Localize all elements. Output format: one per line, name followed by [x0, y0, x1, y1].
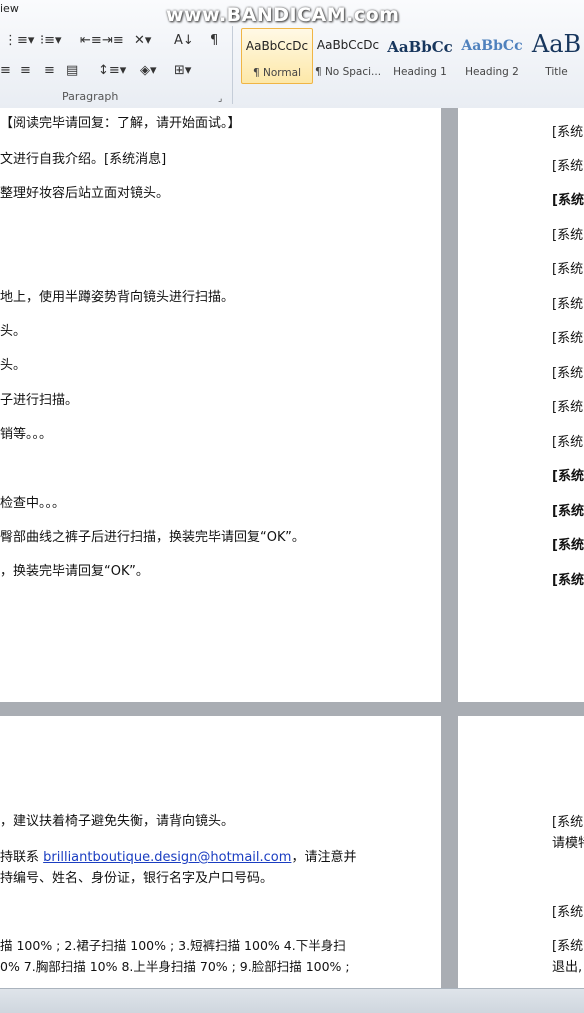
doc-line: [系统	[552, 905, 584, 920]
style-heading-1[interactable]: AaBbCc Heading 1	[385, 28, 455, 82]
style-preview: AaBbCcDc	[316, 38, 380, 52]
doc-line: [系统	[552, 159, 584, 174]
doc-line: [系统	[552, 193, 584, 208]
doc-line: ，建议扶着椅子避免失衡，请背向镜头。	[0, 814, 235, 829]
shading-icon[interactable]: ◈▾	[140, 62, 157, 80]
doc-line: 退出,	[552, 960, 583, 975]
doc-line: 文进行自我介绍。[系统消息]	[0, 152, 167, 167]
page-top-left[interactable]: 【阅读完毕请回复：了解，请开始面试。】 文进行自我介绍。[系统消息] 整理好妆容…	[0, 108, 441, 702]
doc-line: [系统	[552, 504, 584, 519]
align-right-icon[interactable]: ≡	[44, 62, 55, 80]
email-link[interactable]: brilliantboutique.design@hotmail.com	[43, 850, 291, 865]
status-bar	[0, 988, 584, 1013]
doc-line: [系统	[552, 469, 584, 484]
doc-line: 整理好妆容后站立面对镜头。	[0, 186, 170, 201]
doc-line: 头。	[0, 358, 27, 373]
style-preview: AaBbCcDc	[245, 39, 309, 53]
doc-line: [系统	[552, 538, 584, 553]
asian-layout-icon[interactable]: ✕▾	[134, 32, 151, 50]
style-name: Heading 2	[465, 66, 519, 78]
doc-line: 持编号、姓名、身份证，银行名字及户口号码。	[0, 871, 274, 886]
recording-watermark: www.BANDICAM.com	[166, 4, 400, 26]
style-name: Title	[545, 66, 568, 78]
ribbon: iew www.BANDICAM.com ⋮≡▾ ⁝≡▾ ⇤≡ ⇥≡ ✕▾ A↓…	[0, 0, 584, 109]
doc-line: 臀部曲线之裤子后进行扫描，换装完毕请回复“OK”。	[0, 530, 305, 545]
align-center-icon[interactable]: ≡	[20, 62, 31, 80]
align-left-icon[interactable]: ≡	[0, 62, 11, 80]
paragraph-dialog-launcher-icon[interactable]: ⌟	[218, 90, 222, 108]
doc-line: [系统	[552, 573, 584, 588]
doc-line: [系统	[552, 435, 584, 450]
group-divider	[232, 26, 233, 104]
style-name: Heading 1	[393, 66, 447, 78]
increase-indent-icon[interactable]: ⇥≡	[102, 32, 124, 50]
style-name: ¶ No Spaci...	[314, 66, 382, 78]
style-title[interactable]: AaB Title	[529, 28, 584, 82]
style-name: ¶ Normal	[252, 67, 301, 79]
scan-progress-line: 0% 7.胸部扫描 10% 8.上半身扫描 70% ; 9.脸部扫描 100% …	[0, 959, 350, 974]
doc-line: [系统	[552, 400, 584, 415]
multilevel-list-icon[interactable]: ⁝≡▾	[40, 32, 62, 50]
numbering-list-icon[interactable]: ⋮≡▾	[4, 32, 34, 50]
doc-line: 头。	[0, 324, 27, 339]
view-tab[interactable]: iew	[0, 2, 19, 15]
doc-line: [系统	[552, 262, 584, 277]
justify-icon[interactable]: ▤	[66, 62, 78, 80]
style-heading-2[interactable]: AaBbCc Heading 2	[457, 28, 527, 82]
doc-line: 销等。。。	[0, 427, 53, 442]
doc-line: [系统	[552, 939, 584, 954]
doc-line: [系统	[552, 815, 584, 830]
decrease-indent-icon[interactable]: ⇤≡	[80, 32, 102, 50]
doc-line: ，换装完毕请回复“OK”。	[0, 564, 149, 579]
doc-line: 地上，使用半蹲姿势背向镜头进行扫描。	[0, 290, 235, 305]
doc-line: [系统	[552, 331, 584, 346]
doc-line: [系统	[552, 366, 584, 381]
line-spacing-icon[interactable]: ↕≡▾	[98, 62, 126, 80]
doc-line: 检查中。。。	[0, 496, 66, 511]
sort-icon[interactable]: A↓	[174, 32, 194, 50]
doc-line: 【阅读完毕请回复：了解，请开始面试。】	[0, 116, 241, 131]
show-formatting-marks-icon[interactable]: ¶	[210, 32, 218, 50]
contact-suffix: ，请注意并	[291, 850, 357, 865]
style-no-spacing[interactable]: AaBbCcDc ¶ No Spaci...	[313, 28, 383, 82]
doc-line: [系统	[552, 228, 584, 243]
scan-progress-line: 描 100% ; 2.裙子扫描 100% ; 3.短裤扫描 100% 4.下半身…	[0, 938, 346, 953]
style-preview: AaB	[531, 30, 582, 58]
page-bottom-left[interactable]: ，建议扶着椅子避免失衡，请背向镜头。 持联系 brilliantboutique…	[0, 716, 441, 988]
doc-line: 子进行扫描。	[0, 393, 79, 408]
contact-prefix: 持联系	[0, 850, 44, 865]
doc-line-contact: 持联系 brilliantboutique.design@hotmail.com…	[0, 846, 356, 865]
borders-icon[interactable]: ⊞▾	[174, 62, 191, 80]
style-normal[interactable]: AaBbCcDc ¶ Normal	[241, 28, 313, 84]
paragraph-group-label: Paragraph	[62, 90, 119, 103]
style-preview: AaBbCc	[387, 38, 453, 56]
style-preview: AaBbCc	[461, 38, 523, 54]
doc-line: 请模特	[552, 836, 584, 851]
doc-line: [系统	[552, 297, 584, 312]
doc-line: [系统	[552, 125, 584, 140]
